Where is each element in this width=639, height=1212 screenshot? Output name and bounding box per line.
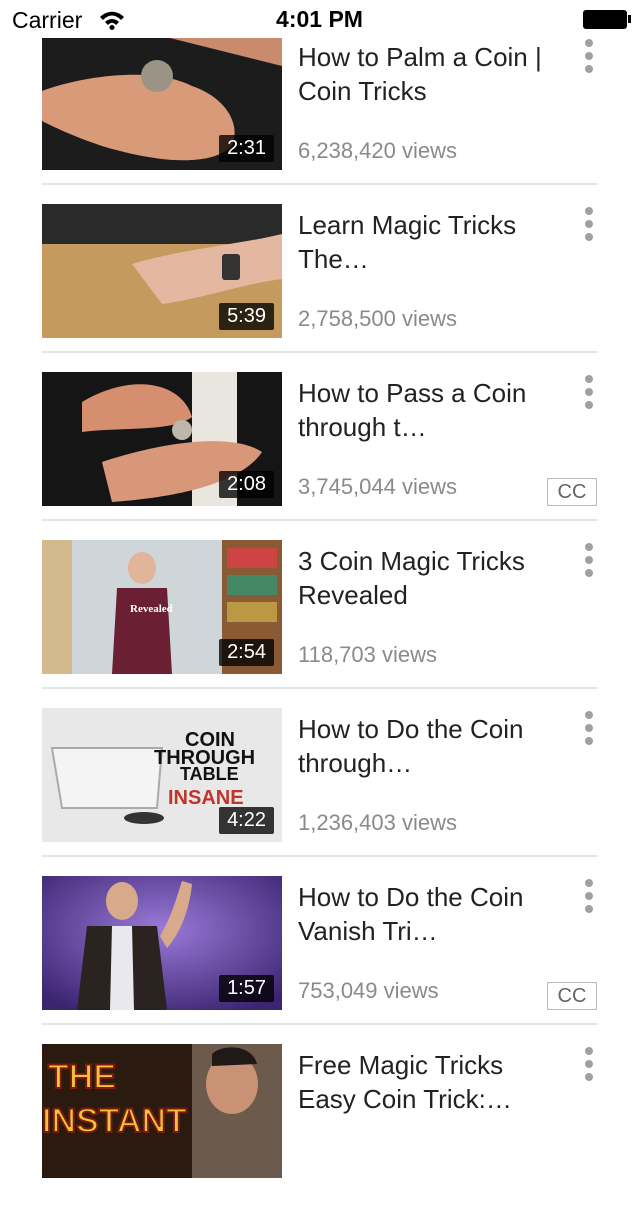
duration-label: 5:39	[219, 303, 274, 330]
video-title[interactable]: How to Do the Coin Vanish Tri…	[298, 880, 558, 948]
row-divider	[42, 855, 597, 857]
closed-captions-badge: CC	[547, 982, 597, 1010]
video-title[interactable]: Learn Magic Tricks The…	[298, 208, 558, 276]
thumbnail-caption-line: INSANE	[168, 787, 244, 809]
video-row[interactable]: 1:57 How to Do the Coin Vanish Tri… 753,…	[0, 876, 639, 1044]
status-bar: Carrier 4:01 PM	[0, 0, 639, 38]
video-title[interactable]: 3 Coin Magic Tricks Revealed	[298, 544, 558, 612]
video-thumbnail[interactable]: THE INSTANT	[42, 1044, 282, 1178]
video-thumbnail[interactable]: 1:57	[42, 876, 282, 1010]
duration-label: 2:31	[219, 135, 274, 162]
video-row[interactable]: 2:08 How to Pass a Coin through t… 3,745…	[0, 372, 639, 540]
video-title[interactable]: Free Magic Tricks Easy Coin Trick:…	[298, 1048, 558, 1116]
more-options-icon[interactable]	[582, 1044, 596, 1084]
video-row[interactable]: COIN THROUGH TABLE INSANE 4:22 How to Do…	[0, 708, 639, 876]
video-title[interactable]: How to Do the Coin through…	[298, 712, 558, 780]
view-count: 2,758,500 views	[298, 306, 457, 331]
thumbnail-caption-line: TABLE	[180, 764, 239, 784]
video-thumbnail[interactable]: Revealed 2:54	[42, 540, 282, 674]
thumbnail-caption-line: THE	[48, 1058, 116, 1096]
video-thumbnail[interactable]: 2:08	[42, 372, 282, 506]
row-divider	[42, 183, 597, 185]
more-options-icon[interactable]	[582, 708, 596, 748]
status-time: 4:01 PM	[276, 6, 363, 32]
instant-thumbnail: THE INSTANT	[42, 1044, 282, 1178]
battery-tip	[628, 15, 631, 23]
duration-label: 4:22	[219, 807, 274, 834]
row-divider	[42, 687, 597, 689]
row-divider	[42, 519, 597, 521]
view-count: 3,745,044 views	[298, 474, 457, 499]
duration-label: 1:57	[219, 975, 274, 1002]
duration-label: 2:54	[219, 639, 274, 666]
more-options-icon[interactable]	[582, 204, 596, 244]
more-options-icon[interactable]	[582, 36, 596, 76]
video-row[interactable]: THE INSTANT Free Magic Tricks Easy Coin …	[0, 1044, 639, 1212]
video-row[interactable]: 2:31 How to Palm a Coin | Coin Tricks 6,…	[0, 36, 639, 204]
video-row[interactable]: Revealed 2:54 3 Coin Magic Tricks Reveal…	[0, 540, 639, 708]
view-count: 753,049 views	[298, 978, 439, 1003]
thumbnail-caption-line: INSTANT	[42, 1102, 187, 1140]
video-title[interactable]: How to Pass a Coin through t…	[298, 376, 558, 444]
more-options-icon[interactable]	[582, 540, 596, 580]
thumbnail-caption: Revealed	[130, 603, 173, 615]
view-count: 1,236,403 views	[298, 810, 457, 835]
video-row[interactable]: 5:39 Learn Magic Tricks The… 2,758,500 v…	[0, 204, 639, 372]
video-thumbnail[interactable]: 5:39	[42, 204, 282, 338]
video-title[interactable]: How to Palm a Coin | Coin Tricks	[298, 40, 558, 108]
more-options-icon[interactable]	[582, 372, 596, 412]
view-count: 6,238,420 views	[298, 138, 457, 163]
closed-captions-badge: CC	[547, 478, 597, 506]
battery-icon	[583, 10, 627, 29]
view-count: 118,703 views	[298, 642, 438, 667]
more-options-icon[interactable]	[582, 876, 596, 916]
duration-label: 2:08	[219, 471, 274, 498]
row-divider	[42, 1023, 597, 1025]
video-thumbnail[interactable]: COIN THROUGH TABLE INSANE 4:22	[42, 708, 282, 842]
video-thumbnail[interactable]: 2:31	[42, 36, 282, 170]
row-divider	[42, 351, 597, 353]
